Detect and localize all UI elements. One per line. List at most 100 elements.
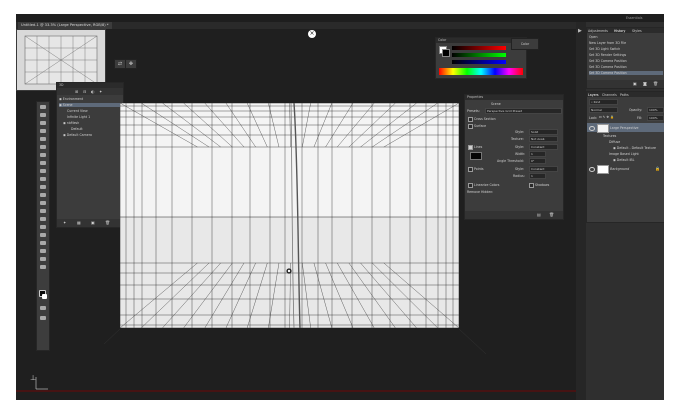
points-checkbox[interactable] [468,167,473,172]
zoom-tool-icon[interactable] [40,257,46,261]
history-brush-tool-icon[interactable] [40,177,46,181]
type-tool-icon[interactable] [40,225,46,229]
eyedropper-tool-icon[interactable] [40,145,46,149]
add-light-icon[interactable]: ✦ [63,220,66,225]
layer-sub-default-ibl[interactable]: ◉ Default IBL [613,158,634,162]
filter-meshes-icon[interactable]: ⊟ [83,89,86,94]
document-tab[interactable]: Untitled-1 @ 33.3% (Large Perspective, R… [18,22,112,29]
surface-style-dropdown[interactable]: Solid [529,129,558,135]
lines-color-swatch[interactable] [470,152,482,160]
green-slider[interactable] [452,53,506,57]
filter-lights-icon[interactable]: ✦ [99,89,102,94]
texture-dropdown[interactable]: Not Avail. [529,136,558,142]
delete-icon[interactable]: 🗑 [549,212,554,217]
points-style-dropdown[interactable]: Constant [529,166,558,172]
lasso-tool-icon[interactable] [40,121,46,125]
layer-thumbnail [597,165,609,174]
screen-mode-icon[interactable] [40,316,46,320]
width-input[interactable]: 1 [529,151,546,157]
trash-icon[interactable]: 🗑 [105,220,110,225]
eraser-tool-icon[interactable] [40,185,46,189]
blur-tool-icon[interactable] [40,201,46,205]
layer-row-background[interactable]: Background 🔒 [587,164,664,174]
3d-item-current-view[interactable]: Current View [67,109,121,113]
presets-dropdown[interactable]: Perspective Grid Preset [485,108,562,114]
shape-tool-icon[interactable] [40,241,46,245]
filter-materials-icon[interactable]: ◐ [91,89,95,94]
surface-checkbox[interactable] [468,124,473,129]
3d-item-default-material[interactable]: Default [71,127,121,131]
3d-axis-widget[interactable] [286,268,292,274]
close-3d-widget-button[interactable]: × [308,30,316,38]
expand-panels-icon[interactable]: ▶ [578,28,582,34]
move-3d-tool-button[interactable]: ✥ [125,59,137,69]
dodge-tool-icon[interactable] [40,209,46,213]
3d-item-default-camera[interactable]: ◉ Default Camera [63,133,121,137]
tab-history[interactable]: History [614,29,625,33]
brush-tool-icon[interactable] [40,161,46,165]
visibility-eye-icon[interactable] [589,126,595,131]
new-document-icon[interactable]: ▣ [633,81,637,86]
document-canvas[interactable] [120,103,459,328]
history-step-new-layer[interactable]: New Layer from 3D File [589,41,663,45]
gradient-tool-icon[interactable] [40,193,46,197]
color-panel-button[interactable]: Color [511,38,539,50]
3d-object-tool-icon[interactable] [40,265,46,269]
tab-styles[interactable]: Styles [632,29,642,33]
opacity-input[interactable]: 100% [647,107,664,113]
quick-mask-icon[interactable] [40,306,46,310]
red-slider[interactable] [452,46,506,50]
clone-stamp-tool-icon[interactable] [40,169,46,173]
3d-item-environment[interactable]: ◉ Environment [59,97,121,101]
width-label: Width: [515,152,526,156]
lock-icons[interactable]: ⊡ ✎ ✥ 🔒 [599,115,614,119]
lines-style-dropdown[interactable]: Constant [529,144,558,150]
render-icon[interactable]: ▦ [77,220,81,225]
new-item-icon[interactable]: ▣ [91,220,95,225]
shadows-checkbox[interactable] [529,183,534,188]
3d-item-scene[interactable]: ◉ Scene [59,103,121,107]
history-step-camera-3[interactable]: Set 3D Camera Position [589,71,663,75]
history-step-camera-2[interactable]: Set 3D Camera Position [589,65,663,69]
history-step-light-switch[interactable]: Set 3D Light Switch [589,47,663,51]
tab-layers[interactable]: Layers [588,93,599,97]
pen-tool-icon[interactable] [40,217,46,221]
render-settings-icon[interactable]: ▤ [537,212,541,217]
layer-name: Large Perspective [610,126,639,130]
linearize-colors-checkbox[interactable] [468,183,473,188]
perspective-grid [120,103,459,328]
layer-sub-default-texture[interactable]: ◉ Default - Default Texture [613,146,656,150]
layer-filter-dropdown[interactable]: ⌕ Kind [589,99,618,105]
path-selection-tool-icon[interactable] [40,233,46,237]
background-color-swatch[interactable] [42,294,47,299]
3d-item-infinite-light[interactable]: Infinite Light 1 [67,115,121,119]
history-step-open[interactable]: Open [589,35,663,39]
3d-item-mesh[interactable]: ◉ nbMesh [63,121,121,125]
blue-slider[interactable] [452,60,506,64]
marquee-tool-icon[interactable] [40,113,46,117]
delete-state-icon[interactable]: 🗑 [653,81,658,86]
radius-input[interactable]: 1 [529,173,546,179]
move-tool-icon[interactable] [40,105,46,109]
lines-checkbox[interactable] [468,145,473,150]
color-panel-bg-swatch[interactable] [442,49,450,57]
quick-select-tool-icon[interactable] [40,129,46,133]
history-step-render-settings[interactable]: Set 3D Render Settings [589,53,663,57]
healing-brush-tool-icon[interactable] [40,153,46,157]
tab-channels[interactable]: Channels [602,93,617,97]
visibility-eye-icon[interactable] [589,167,595,172]
tab-adjustments[interactable]: Adjustments [588,29,608,33]
history-step-camera-1[interactable]: Set 3D Camera Position [589,59,663,63]
blend-mode-dropdown[interactable]: Normal [589,107,618,113]
snapshot-icon[interactable]: ◙ [643,81,647,86]
crop-tool-icon[interactable] [40,137,46,141]
layer-row-large-perspective[interactable]: Large Perspective [587,123,664,133]
angle-threshold-input[interactable]: 0° [529,158,546,164]
cross-section-checkbox[interactable] [468,117,473,122]
hand-tool-icon[interactable] [40,249,46,253]
workspace-switcher[interactable]: Essentials [626,16,643,20]
color-spectrum-bar[interactable] [439,68,523,75]
fill-input[interactable]: 100% [647,115,664,121]
filter-whole-scene-icon[interactable]: ⊞ [75,89,78,94]
tab-paths[interactable]: Paths [620,93,629,97]
